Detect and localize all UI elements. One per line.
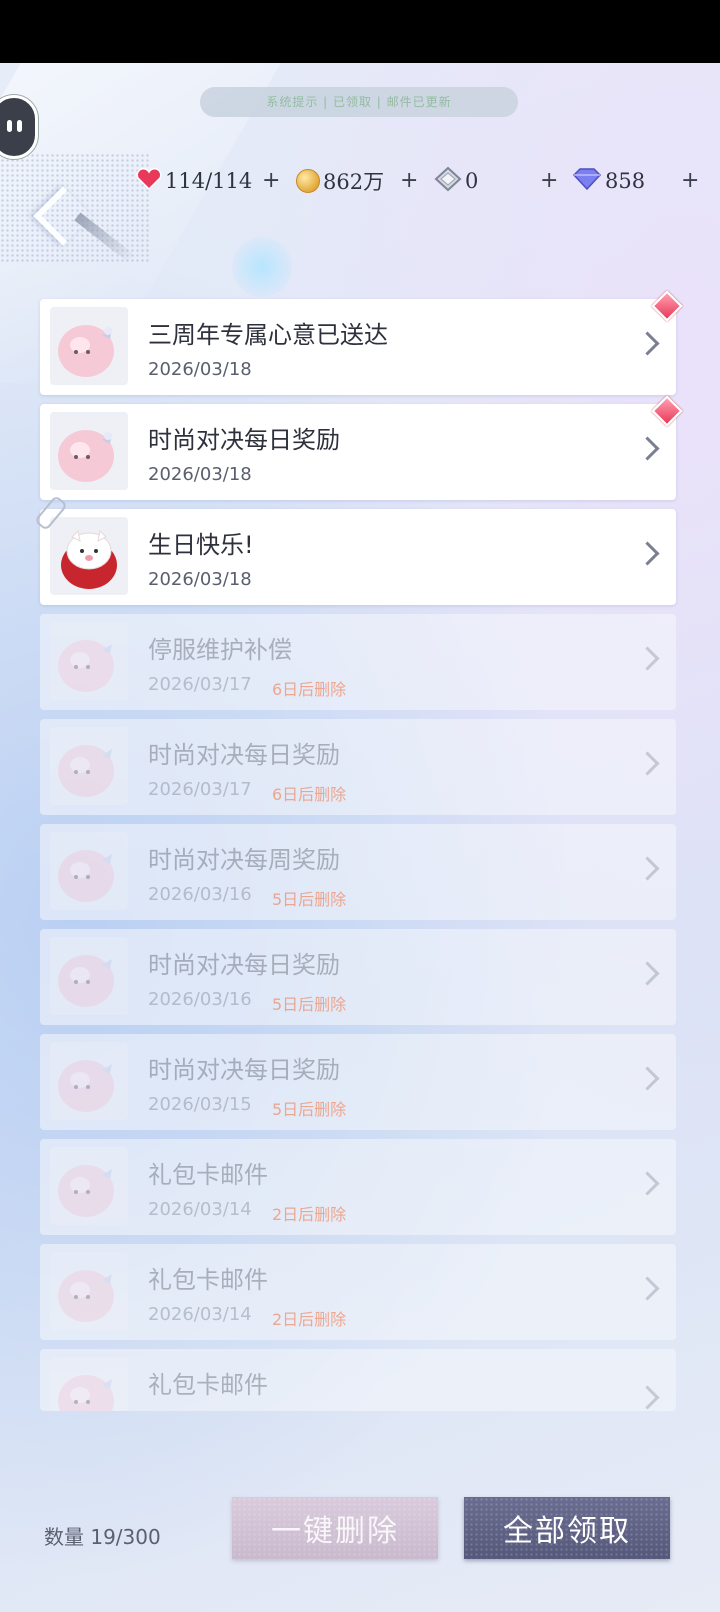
add-diamond-button[interactable]: + (681, 166, 699, 196)
mail-date: 2026/03/18 (148, 464, 252, 485)
chevron-right-icon (635, 436, 660, 461)
mail-sender-avatar (50, 727, 128, 805)
mail-date: 2026/03/14 (148, 1304, 252, 1325)
expiry-label: 2日后删除 (272, 1310, 347, 1329)
mail-date: 2026/03/16 (148, 989, 252, 1010)
chevron-right-icon (635, 961, 660, 986)
heart-icon (136, 167, 162, 195)
add-gold-button[interactable]: + (400, 166, 418, 196)
mail-date: 2026/03/17 (148, 779, 252, 800)
gem-badge-icon (651, 290, 683, 322)
mail-item[interactable]: 时尚对决每日奖励 2026/03/18 (40, 395, 683, 500)
expiry-label: 5日后删除 (272, 1100, 347, 1119)
mail-title: 时尚对决每周奖励 (148, 846, 340, 874)
mail-count-label: 数量 19/300 (44, 1525, 161, 1549)
back-button[interactable] (30, 183, 136, 264)
expiry-label: 6日后删除 (272, 680, 347, 699)
chevron-right-icon (635, 541, 660, 566)
diamond-icon (572, 167, 602, 195)
mail-title: 停服维护补偿 (148, 636, 292, 664)
mail-item[interactable]: 礼包卡邮件 2026/03/14 2日后删除 (40, 1244, 676, 1340)
mail-item[interactable]: 时尚对决每日奖励 2026/03/17 6日后删除 (40, 719, 676, 815)
coin-icon (296, 169, 320, 193)
claim-all-button[interactable]: 全部领取 (464, 1497, 670, 1559)
mail-title: 生日快乐! (148, 531, 254, 559)
gold-counter: 862万 (296, 166, 384, 196)
mail-item[interactable]: 时尚对决每日奖励 2026/03/15 5日后删除 (40, 1034, 676, 1130)
mail-item[interactable]: 礼包卡邮件 2026/03/14 2日后删除 (40, 1139, 676, 1235)
mail-screen: 系统提示 | 已领取 | 邮件已更新 114/114 + 862万 + 0 + … (0, 63, 720, 1612)
floating-assistant-button[interactable] (0, 95, 38, 159)
mail-sender-avatar (50, 622, 128, 700)
expiry-label: 5日后删除 (272, 995, 347, 1014)
mail-title: 三周年专属心意已送达 (148, 321, 388, 349)
mail-sender-avatar (50, 1252, 128, 1330)
mail-date: 2026/03/18 (148, 359, 252, 380)
mail-date: 2026/03/16 (148, 884, 252, 905)
system-toast: 系统提示 | 已领取 | 邮件已更新 (200, 87, 518, 117)
mail-sender-avatar (50, 937, 128, 1015)
mail-date: 2026/03/15 (148, 1094, 252, 1115)
mail-title: 礼包卡邮件 (148, 1266, 268, 1294)
mail-list[interactable]: 三周年专属心意已送达 2026/03/18 时尚对决每日奖励 2026/03/1… (33, 290, 683, 1420)
mail-sender-avatar (50, 832, 128, 910)
mail-title: 时尚对决每日奖励 (148, 951, 340, 979)
chevron-right-icon (635, 1066, 660, 1091)
expiry-label: 2日后删除 (272, 1205, 347, 1224)
chevron-right-icon (635, 646, 660, 671)
chevron-right-icon (635, 751, 660, 776)
expiry-label: 6日后删除 (272, 785, 347, 804)
mail-date: 2026/03/18 (148, 569, 252, 590)
mail-sender-avatar (50, 1042, 128, 1120)
crystal-counter: 0 (434, 166, 478, 196)
mail-sender-avatar (50, 1357, 128, 1411)
stamina-counter: 114/114 (136, 166, 252, 196)
gold-value: 862万 (323, 170, 385, 194)
mail-title: 时尚对决每日奖励 (148, 1056, 340, 1084)
mail-item[interactable]: 生日快乐! 2026/03/18 (33, 494, 676, 605)
diamond-value: 858 (605, 169, 646, 193)
mail-sender-avatar (50, 412, 128, 490)
delete-all-button[interactable]: 一键删除 (232, 1497, 438, 1559)
chevron-right-icon (635, 1276, 660, 1301)
mail-item[interactable]: 时尚对决每周奖励 2026/03/16 5日后删除 (40, 824, 676, 920)
chevron-right-icon (635, 331, 660, 356)
mail-item[interactable]: 礼包卡邮件 (40, 1349, 676, 1411)
mail-title: 礼包卡邮件 (148, 1161, 268, 1189)
mail-sender-avatar (50, 517, 128, 595)
mail-sender-avatar (50, 307, 128, 385)
expiry-label: 5日后删除 (272, 890, 347, 909)
chevron-right-icon (635, 1171, 660, 1196)
crystal-value: 0 (465, 169, 479, 193)
mail-date: 2026/03/14 (148, 1199, 252, 1220)
diamond-counter: 858 (572, 166, 645, 196)
stamina-value: 114/114 (165, 169, 253, 193)
mail-footer: 数量 19/300 一键删除 全部领取 (0, 1477, 720, 1577)
mail-title: 时尚对决每日奖励 (148, 741, 340, 769)
crystal-icon (434, 166, 462, 197)
chevron-right-icon (635, 1385, 660, 1410)
add-crystal-button[interactable]: + (540, 166, 558, 196)
gem-badge-icon (651, 395, 683, 427)
mail-sender-avatar (50, 1147, 128, 1225)
mail-date: 2026/03/17 (148, 674, 252, 695)
add-stamina-button[interactable]: + (262, 166, 280, 196)
chevron-right-icon (635, 856, 660, 881)
mail-item[interactable]: 停服维护补偿 2026/03/17 6日后删除 (40, 614, 676, 710)
glow-orb (232, 237, 292, 297)
mail-title: 时尚对决每日奖励 (148, 426, 340, 454)
mail-item[interactable]: 三周年专属心意已送达 2026/03/18 (40, 290, 683, 395)
mail-item[interactable]: 时尚对决每日奖励 2026/03/16 5日后删除 (40, 929, 676, 1025)
mail-title: 礼包卡邮件 (148, 1371, 268, 1399)
